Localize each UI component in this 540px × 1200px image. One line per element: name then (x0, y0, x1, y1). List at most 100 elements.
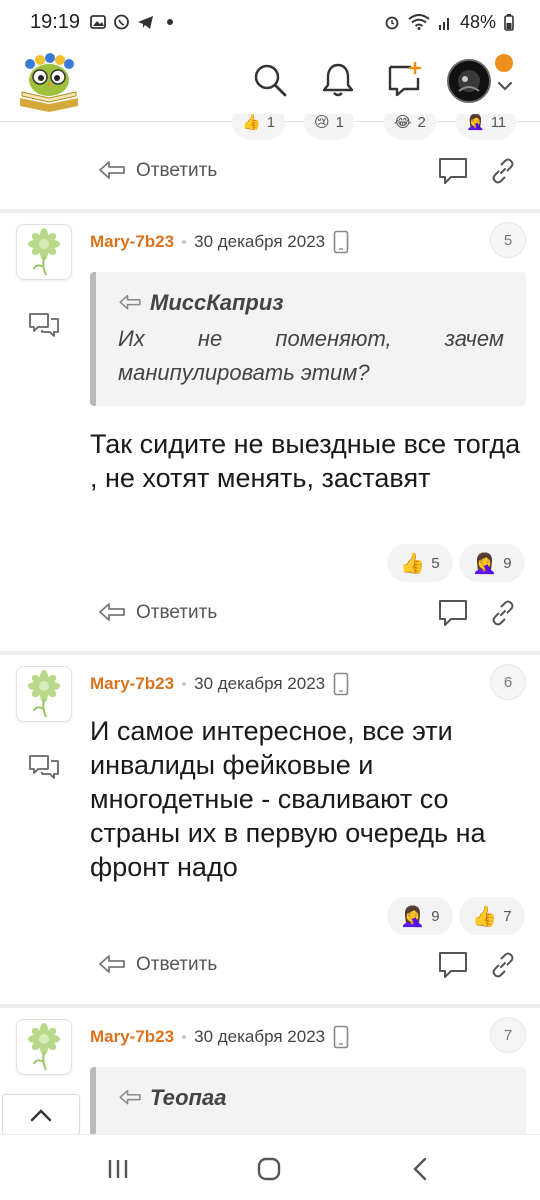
comment-date[interactable]: 30 декабря 2023 (194, 232, 325, 252)
multiquote-icon[interactable] (28, 310, 60, 338)
battery-percent: 48% (459, 11, 496, 32)
comment-separator (0, 1004, 540, 1008)
comment-number[interactable]: 7 (490, 1017, 526, 1053)
reaction-emoji: 😢 (314, 114, 330, 131)
quote-header[interactable]: МиссКаприз (118, 290, 504, 316)
flower-avatar-icon (28, 228, 60, 276)
bell-icon (322, 63, 354, 97)
reaction-emoji: 👍 (472, 905, 498, 928)
reaction-chip[interactable]: 😂 2 (384, 114, 436, 140)
quote-header[interactable]: Теопаа (118, 1085, 504, 1111)
viber-icon (114, 14, 129, 29)
comment-number[interactable]: 5 (490, 222, 526, 258)
comment-number[interactable]: 6 (490, 664, 526, 700)
status-app-icons (90, 14, 174, 31)
new-post-button[interactable] (382, 58, 426, 102)
comment-icon[interactable] (437, 156, 469, 186)
status-time: 19:19 (30, 10, 81, 33)
reaction-emoji: 😂 (394, 114, 412, 131)
comment-icon[interactable] (437, 950, 469, 980)
reaction-chip[interactable]: 🤦‍♀️ 11 (456, 114, 517, 140)
reply-label: Ответить (136, 602, 218, 623)
reaction-count: 11 (490, 114, 507, 131)
status-right: 48% (384, 12, 514, 33)
site-logo[interactable] (16, 52, 82, 114)
comment-actions: Ответить (0, 940, 540, 990)
previous-comment-reactions: 👍 1 😢 1 😂 2 🤦‍♀️ 11 (0, 114, 540, 144)
author-name[interactable]: Mary-7b23 (90, 1027, 174, 1047)
reaction-chip[interactable]: 👍 7 (459, 897, 525, 935)
status-bar: 19:19 48% (0, 0, 540, 44)
comment-actions: Ответить (0, 146, 540, 196)
reply-icon (99, 955, 125, 973)
mobile-device-icon (333, 672, 349, 696)
link-icon[interactable] (490, 952, 516, 978)
comment-meta: Mary-7b23 30 декабря 2023 (90, 1025, 349, 1049)
home-icon (257, 1157, 281, 1181)
comment-text: И самое интересное, все эти инвалиды фей… (90, 716, 486, 882)
wifi-icon (408, 14, 430, 30)
reaction-emoji: 🤦‍♀️ (466, 114, 485, 131)
avatar (449, 61, 489, 101)
reply-label: Ответить (136, 954, 218, 975)
battery-icon (504, 13, 514, 31)
user-avatar-button[interactable] (447, 59, 491, 103)
reply-button[interactable]: Ответить (98, 602, 217, 624)
reaction-count: 7 (503, 907, 512, 925)
signal-icon (438, 18, 449, 30)
reaction-chip[interactable]: 🤦‍♀️ 9 (387, 897, 453, 935)
reaction-chip[interactable]: 👍 5 (387, 544, 453, 582)
reaction-chip[interactable]: 🤦‍♀️ 9 (459, 544, 525, 582)
quote-author: Теопаа (150, 1085, 227, 1110)
mobile-device-icon (333, 230, 349, 254)
meta-dot (182, 1035, 187, 1039)
comment-date[interactable]: 30 декабря 2023 (194, 674, 325, 694)
chevron-down-icon[interactable] (495, 76, 515, 96)
author-avatar[interactable] (16, 1019, 72, 1075)
reaction-count: 1 (266, 114, 276, 131)
comment-date[interactable]: 30 декабря 2023 (194, 1027, 325, 1047)
multiquote-icon[interactable] (28, 752, 60, 780)
comment-text: Так сидите не выездные все тогда , не хо… (90, 429, 521, 493)
quote-block: Теопаа (90, 1067, 526, 1137)
comment-icon[interactable] (437, 598, 469, 628)
meta-dot (182, 682, 187, 686)
quote-author: МиссКаприз (150, 290, 284, 315)
recent-apps-button[interactable] (98, 1149, 138, 1189)
reaction-count: 9 (503, 554, 512, 572)
author-name[interactable]: Mary-7b23 (90, 674, 174, 694)
app-screen: 19:19 48% (0, 0, 540, 1200)
comment-separator (0, 651, 540, 655)
reaction-chip[interactable]: 👍 1 (232, 114, 286, 140)
notification-dot (495, 54, 513, 72)
comment-separator (0, 209, 540, 213)
reaction-emoji: 🤦‍♀️ (472, 552, 498, 575)
reaction-chip[interactable]: 😢 1 (304, 114, 354, 140)
author-avatar[interactable] (16, 224, 72, 280)
reaction-count: 2 (417, 114, 426, 131)
reply-button[interactable]: Ответить (98, 160, 217, 182)
reply-button[interactable]: Ответить (98, 954, 217, 976)
app-header (0, 44, 540, 122)
new-post-icon (388, 61, 422, 97)
quote-block: МиссКаприз Их не поменяют, зачем манипул… (90, 272, 526, 406)
reaction-emoji: 👍 (242, 114, 261, 131)
comment-actions: Ответить (0, 588, 540, 638)
author-avatar[interactable] (16, 666, 72, 722)
notifications-button[interactable] (316, 58, 360, 102)
link-icon[interactable] (490, 158, 516, 184)
reaction-count: 9 (431, 907, 440, 925)
mobile-device-icon (333, 1025, 349, 1049)
author-name[interactable]: Mary-7b23 (90, 232, 174, 252)
scroll-to-top-button[interactable] (2, 1094, 80, 1136)
reply-icon (119, 294, 141, 310)
meta-dot (182, 240, 187, 244)
reply-icon (119, 1089, 141, 1105)
search-button[interactable] (248, 58, 292, 102)
back-button[interactable] (400, 1149, 440, 1189)
comment-meta: Mary-7b23 30 декабря 2023 (90, 230, 349, 254)
quote-text: Их не поменяют, зачем манипулировать эти… (118, 326, 504, 385)
chevron-up-icon (30, 1109, 52, 1122)
link-icon[interactable] (490, 600, 516, 626)
home-button[interactable] (249, 1149, 289, 1189)
